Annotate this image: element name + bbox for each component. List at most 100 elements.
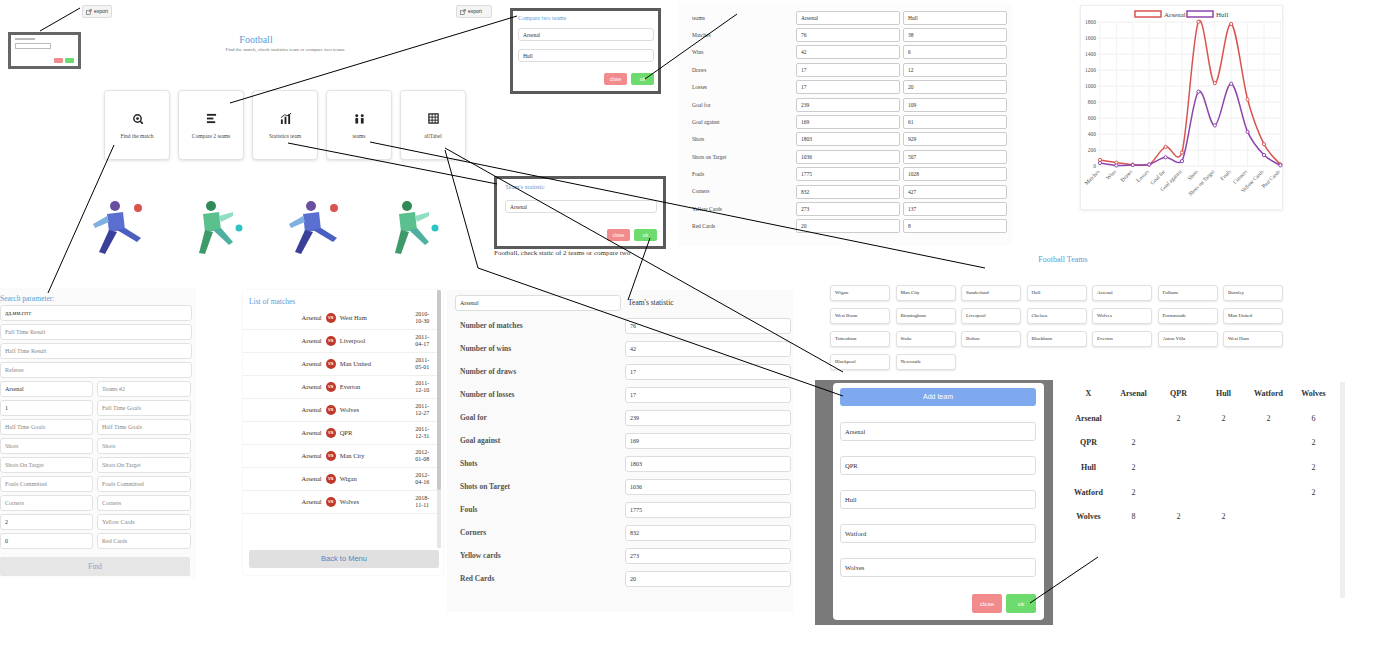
team-button[interactable]: Stoke (896, 331, 956, 347)
data-point[interactable] (1115, 164, 1118, 167)
data-point[interactable] (1180, 151, 1183, 154)
value-field[interactable] (903, 11, 1007, 25)
data-point[interactable] (1213, 82, 1216, 85)
match-row[interactable]: ArsenalVSWolves2011-12-27 (243, 399, 437, 422)
stat-value[interactable] (625, 502, 791, 518)
match-row[interactable]: ArsenalVSMan City2012-01-08 (243, 445, 437, 468)
value-field[interactable] (796, 115, 900, 129)
find-button[interactable]: Find (0, 557, 190, 576)
value-field[interactable] (903, 185, 1007, 199)
team-button[interactable]: West Ham (1223, 331, 1283, 347)
search-field[interactable] (97, 514, 191, 530)
team-button[interactable]: Tottenham (830, 331, 890, 347)
search-field[interactable] (0, 362, 192, 378)
search-field[interactable] (0, 476, 93, 492)
team-input[interactable] (518, 49, 654, 62)
match-row[interactable]: ArsenalVSWest Ham2010-10-30 (243, 307, 437, 330)
search-field[interactable] (0, 533, 93, 549)
data-point[interactable] (1148, 163, 1151, 166)
value-field[interactable] (796, 150, 900, 164)
team-input[interactable] (840, 558, 1036, 577)
search-field[interactable] (97, 457, 191, 473)
team-input[interactable] (505, 200, 657, 213)
team-button[interactable]: Sunderland (961, 285, 1021, 301)
team-button[interactable]: Portsmouth (1158, 308, 1218, 324)
stat-value[interactable] (625, 387, 791, 403)
data-point[interactable] (1180, 160, 1183, 163)
ok-button[interactable]: ok (1006, 594, 1036, 613)
team-button[interactable]: Aston Villa (1158, 331, 1218, 347)
search-field[interactable] (0, 419, 93, 435)
value-field[interactable] (796, 11, 900, 25)
value-field[interactable] (796, 202, 900, 216)
close-button[interactable] (54, 58, 63, 63)
value-field[interactable] (796, 219, 900, 233)
stat-value[interactable] (625, 410, 791, 426)
team-button[interactable]: Burnley (1223, 285, 1283, 301)
team-button[interactable]: Hull (1027, 285, 1087, 301)
match-row[interactable]: ArsenalVSWigan2012-04-16 (243, 468, 437, 491)
team-button[interactable]: Blackpool (830, 354, 890, 370)
stat-value[interactable] (625, 318, 791, 334)
stat-value[interactable] (625, 341, 791, 357)
search-field[interactable] (97, 438, 191, 454)
value-field[interactable] (903, 80, 1007, 94)
search-field[interactable] (97, 476, 191, 492)
data-point[interactable] (1164, 145, 1167, 148)
search-field[interactable] (0, 305, 192, 321)
team-button[interactable]: Blackburn (1027, 331, 1087, 347)
search-field[interactable] (0, 381, 93, 397)
data-point[interactable] (1164, 156, 1167, 159)
stat-value[interactable] (625, 433, 791, 449)
search-field[interactable] (0, 324, 192, 340)
scrollbar[interactable] (1340, 382, 1345, 598)
team-input[interactable] (455, 295, 621, 311)
value-field[interactable] (796, 80, 900, 94)
value-field[interactable] (903, 115, 1007, 129)
team-button[interactable]: Bolton (961, 331, 1021, 347)
team-button[interactable]: Wolves (1092, 308, 1152, 324)
team-button[interactable]: Chelsea (1027, 308, 1087, 324)
value-field[interactable] (903, 28, 1007, 42)
team-button[interactable]: Fulham (1158, 285, 1218, 301)
team-button[interactable]: Liverpool (961, 308, 1021, 324)
stat-value[interactable] (625, 364, 791, 380)
scrollbar[interactable] (437, 290, 441, 548)
value-field[interactable] (903, 63, 1007, 77)
search-field[interactable] (0, 438, 93, 454)
team-button[interactable]: Arsenal (1092, 285, 1152, 301)
legend-label[interactable]: Arsenal (1164, 11, 1186, 19)
value-field[interactable] (903, 45, 1007, 59)
ok-button[interactable] (65, 58, 74, 63)
data-point[interactable] (1279, 163, 1282, 166)
close-button[interactable]: close (604, 73, 627, 85)
team-button[interactable]: Wigan (830, 285, 890, 301)
team-input[interactable] (840, 490, 1036, 509)
export-button[interactable]: export (82, 5, 112, 18)
data-point[interactable] (1131, 163, 1134, 166)
data-point[interactable] (1098, 161, 1101, 164)
match-row[interactable]: ArsenalVSWolves2018-11-11 (243, 491, 437, 514)
value-field[interactable] (903, 132, 1007, 146)
legend-label[interactable]: Hull (1216, 11, 1229, 19)
back-button[interactable]: Back to Menu (249, 550, 439, 568)
team-input[interactable] (840, 456, 1036, 475)
team-button[interactable]: Birmingham (896, 308, 956, 324)
match-row[interactable]: ArsenalVSEverton2011-12-10 (243, 376, 437, 399)
data-point[interactable] (1262, 143, 1265, 146)
data-point[interactable] (1279, 164, 1282, 167)
search-field[interactable] (0, 400, 93, 416)
match-row[interactable]: ArsenalVSMan United2011-05-01 (243, 353, 437, 376)
value-field[interactable] (903, 98, 1007, 112)
stat-value[interactable] (625, 525, 791, 541)
data-point[interactable] (1197, 20, 1200, 23)
data-point[interactable] (1230, 82, 1233, 85)
stat-value[interactable] (625, 571, 791, 587)
data-point[interactable] (1246, 98, 1249, 101)
menu-card[interactable]: Compare 2 teams (178, 90, 244, 160)
menu-card[interactable]: Statistics team (252, 90, 318, 160)
data-point[interactable] (1246, 130, 1249, 133)
search-field[interactable] (97, 419, 191, 435)
search-field[interactable] (0, 514, 93, 530)
team-button[interactable]: Everton (1092, 331, 1152, 347)
